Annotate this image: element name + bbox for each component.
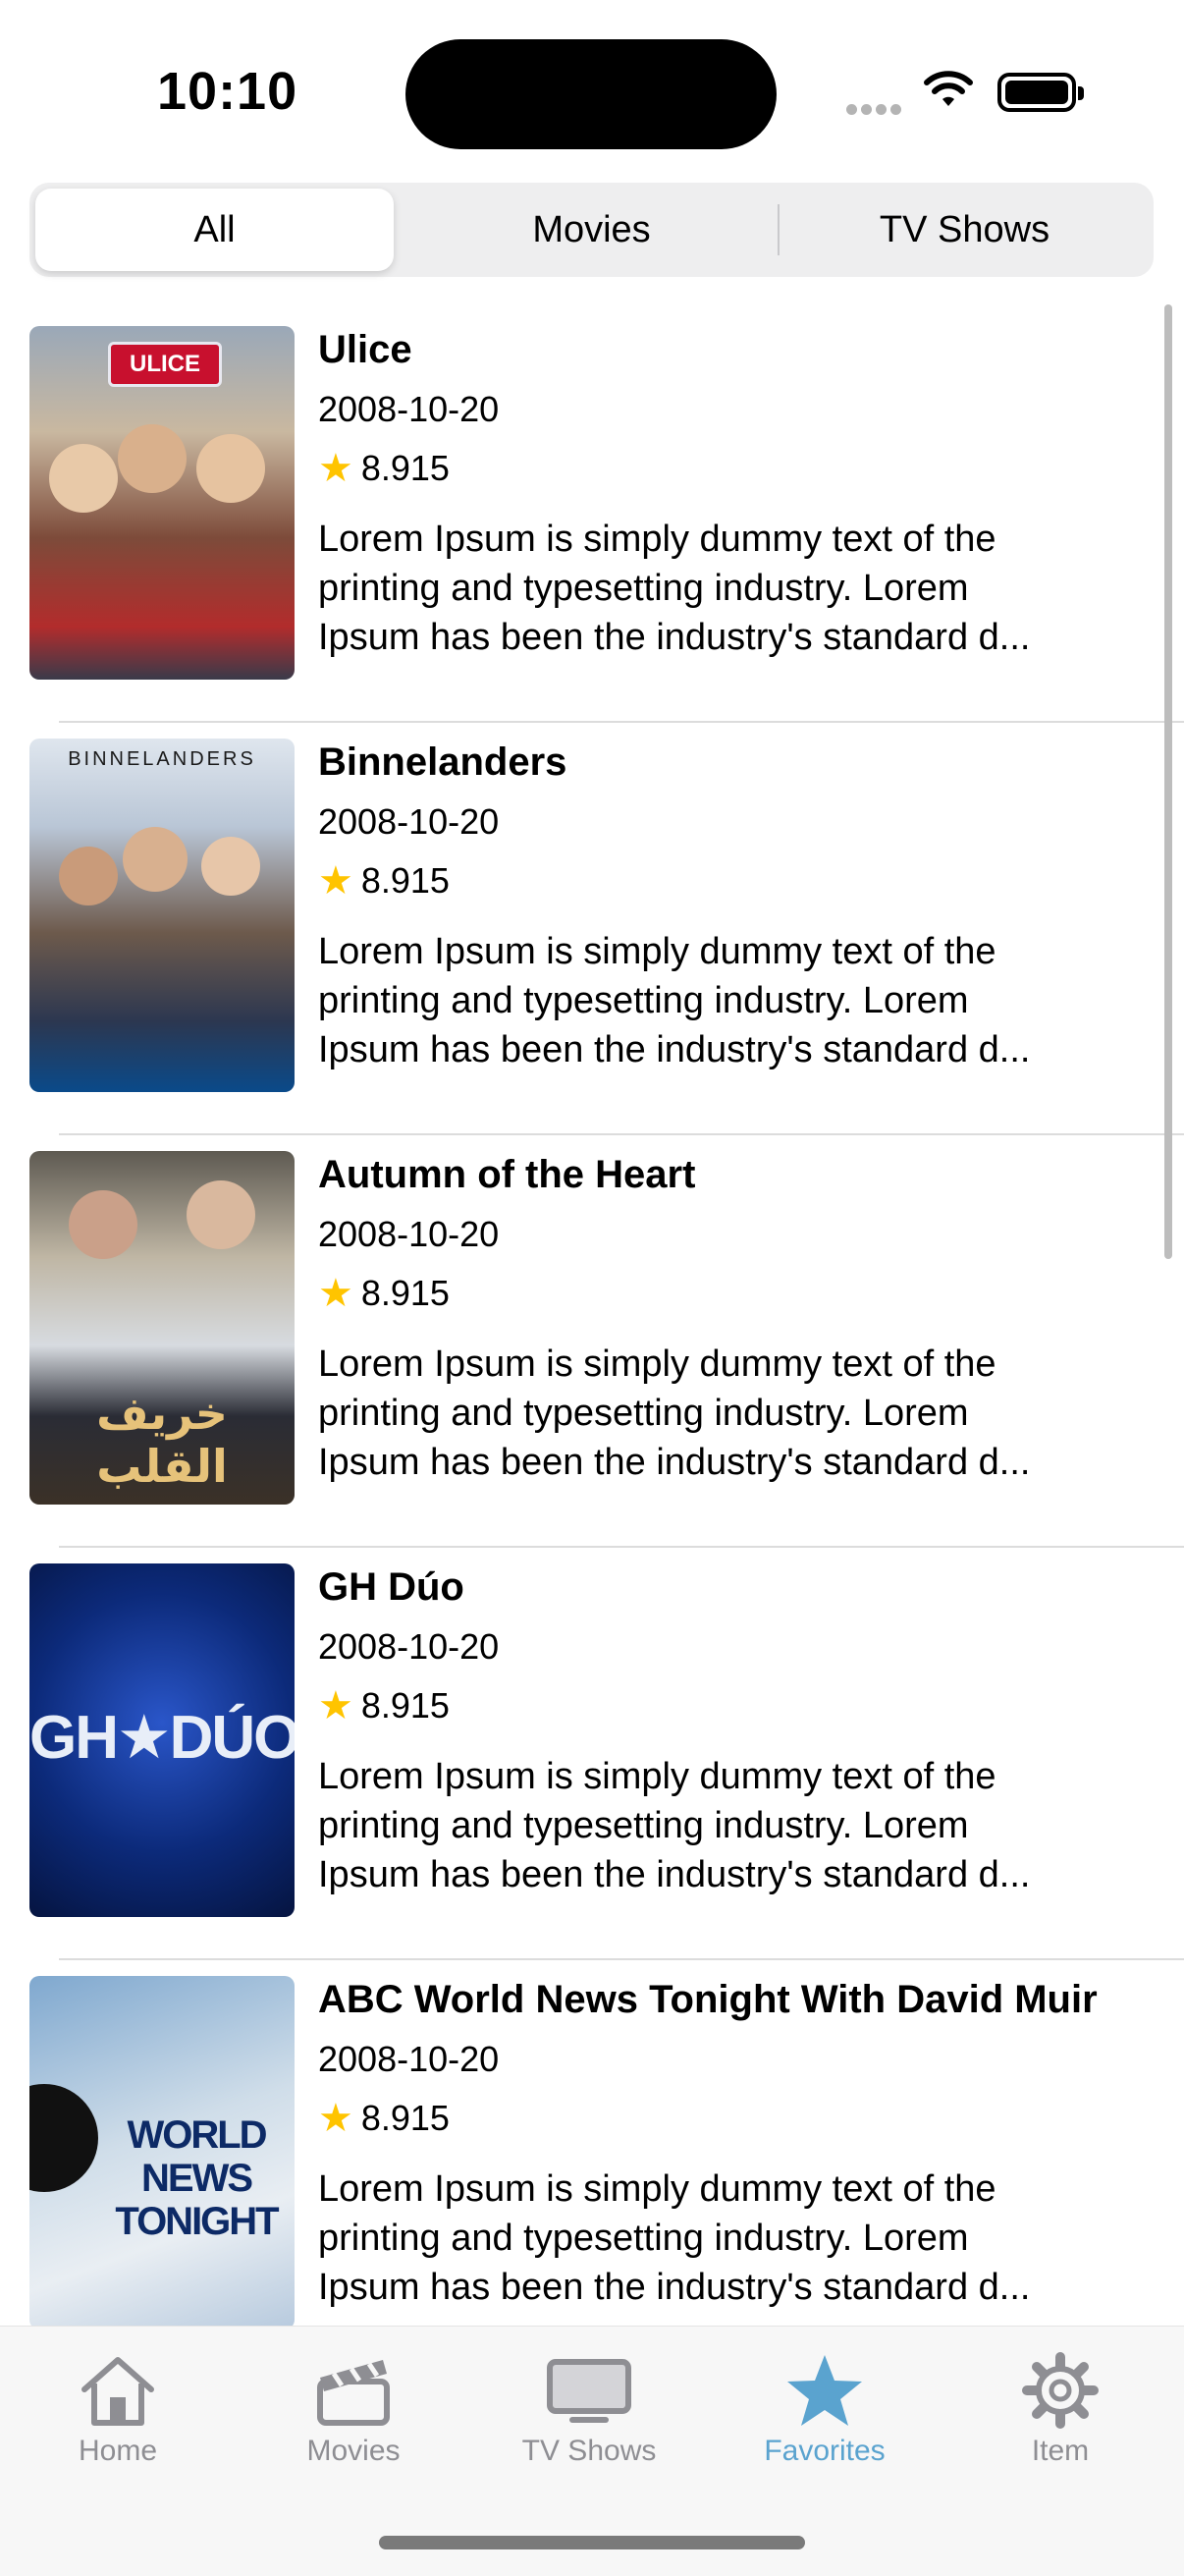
star-icon: ★ — [318, 2097, 353, 2140]
description-line: printing and typesetting industry. Lorem — [318, 2218, 969, 2259]
poster-image: BINNELANDERS — [29, 739, 295, 1092]
poster-image: خريف القلب — [29, 1151, 295, 1505]
tab-tv-shows[interactable]: TV Shows — [471, 2346, 707, 2468]
star-icon: ★ — [318, 1272, 353, 1315]
star-icon: ★ — [318, 859, 353, 903]
poster-logo: GH★DÚO — [29, 1704, 295, 1772]
description-line: Lorem Ipsum is simply dummy text of the — [318, 2168, 996, 2210]
tab-label: Home — [78, 2435, 158, 2467]
tab-label: Favorites — [764, 2435, 886, 2467]
gear-icon — [1022, 2352, 1099, 2429]
description-line: Ipsum has been the industry's standard d… — [318, 1442, 1031, 1483]
list-item[interactable]: ULICE Ulice 2008-10-20 ★ 8.915 Lorem Ipsu… — [0, 310, 1184, 723]
item-description: Lorem Ipsum is simply dummy text of the … — [318, 1752, 1143, 1899]
item-description: Lorem Ipsum is simply dummy text of the … — [318, 927, 1143, 1074]
item-date: 2008-10-20 — [318, 1214, 500, 1254]
tab-home[interactable]: Home — [0, 2346, 236, 2468]
filter-segmented-control: All Movies TV Shows — [29, 183, 1154, 277]
poster-logo: خريف القلب — [96, 1388, 228, 1492]
rating-value: 8.915 — [360, 1685, 450, 1726]
list-item[interactable]: GH★DÚO GH Dúo 2008-10-20 ★ 8.915 Lorem Ip… — [0, 1548, 1184, 1960]
description-line: Ipsum has been the industry's standard d… — [318, 1854, 1031, 1895]
rating-value: 8.915 — [360, 860, 450, 901]
star-icon — [787, 2355, 862, 2426]
item-date: 2008-10-20 — [318, 2039, 500, 2079]
poster-logo: BINNELANDERS — [68, 748, 256, 770]
item-rating: ★ 8.915 — [318, 1683, 450, 1728]
description-line: Lorem Ipsum is simply dummy text of the — [318, 931, 996, 972]
tab-favorites[interactable]: Favorites — [707, 2346, 942, 2468]
item-date: 2008-10-20 — [318, 389, 500, 429]
house-icon — [81, 2357, 154, 2426]
tab-label: TV Shows — [521, 2435, 657, 2467]
list-item[interactable]: خريف القلب Autumn of the Heart 2008-10-2… — [0, 1135, 1184, 1548]
item-description: Lorem Ipsum is simply dummy text of the … — [318, 2165, 1143, 2312]
item-title: Autumn of the Heart — [318, 1153, 696, 1196]
description-line: Lorem Ipsum is simply dummy text of the — [318, 1756, 996, 1797]
cellular-signal-icon — [846, 102, 905, 116]
rating-value: 8.915 — [360, 1273, 450, 1313]
description-line: Ipsum has been the industry's standard d… — [318, 2267, 1031, 2308]
dynamic-island — [405, 39, 777, 149]
poster-image: GH★DÚO — [29, 1563, 295, 1917]
item-rating: ★ 8.915 — [318, 446, 450, 491]
segment-all[interactable]: All — [35, 189, 394, 271]
item-date: 2008-10-20 — [318, 1626, 500, 1667]
item-title: ABC World News Tonight With David Muir — [318, 1978, 1098, 2021]
poster-image: WORLD NEWS TONIGHT — [29, 1976, 295, 2329]
item-rating: ★ 8.915 — [318, 2096, 450, 2141]
clapperboard-icon — [317, 2360, 390, 2426]
item-title: Ulice — [318, 328, 412, 371]
description-line: printing and typesetting industry. Lorem — [318, 568, 969, 609]
segment-movies[interactable]: Movies — [412, 189, 771, 271]
status-time: 10:10 — [157, 62, 298, 121]
tv-icon — [547, 2359, 631, 2423]
item-title: Binnelanders — [318, 740, 567, 784]
home-indicator[interactable] — [379, 2536, 805, 2549]
item-rating: ★ 8.915 — [318, 858, 450, 904]
tab-label: Item — [1031, 2435, 1090, 2467]
poster-logo: WORLD NEWS TONIGHT — [115, 2113, 279, 2243]
item-description: Lorem Ipsum is simply dummy text of the … — [318, 1340, 1143, 1487]
item-date: 2008-10-20 — [318, 801, 500, 842]
description-line: printing and typesetting industry. Lorem — [318, 1393, 969, 1434]
favorites-list[interactable]: ULICE Ulice 2008-10-20 ★ 8.915 Lorem Ipsu… — [0, 310, 1184, 2333]
description-line: Ipsum has been the industry's standard d… — [318, 1029, 1031, 1070]
item-title: GH Dúo — [318, 1565, 464, 1609]
poster-image: ULICE — [29, 326, 295, 680]
wifi-icon — [924, 71, 973, 106]
list-item[interactable]: WORLD NEWS TONIGHT ABC World News Tonigh… — [0, 1960, 1184, 2333]
tab-movies[interactable]: Movies — [236, 2346, 471, 2468]
battery-icon — [997, 73, 1084, 112]
item-description: Lorem Ipsum is simply dummy text of the … — [318, 515, 1143, 662]
rating-value: 8.915 — [360, 448, 450, 488]
tab-label: Movies — [306, 2435, 401, 2467]
status-bar: 10:10 — [0, 0, 1184, 177]
scroll-indicator[interactable] — [1164, 304, 1172, 1259]
rating-value: 8.915 — [360, 2098, 450, 2138]
description-line: Lorem Ipsum is simply dummy text of the — [318, 1343, 996, 1385]
poster-logo: ULICE — [108, 342, 222, 387]
segment-tv-shows[interactable]: TV Shows — [785, 189, 1144, 271]
segment-divider — [778, 204, 780, 255]
star-icon: ★ — [318, 447, 353, 490]
item-rating: ★ 8.915 — [318, 1271, 450, 1316]
list-item[interactable]: BINNELANDERS Binnelanders 2008-10-20 ★ 8.… — [0, 723, 1184, 1135]
star-icon: ★ — [318, 1684, 353, 1727]
description-line: Lorem Ipsum is simply dummy text of the — [318, 519, 996, 560]
description-line: printing and typesetting industry. Lorem — [318, 1805, 969, 1846]
tab-item[interactable]: Item — [942, 2346, 1178, 2468]
description-line: Ipsum has been the industry's standard d… — [318, 617, 1031, 658]
description-line: printing and typesetting industry. Lorem — [318, 980, 969, 1021]
